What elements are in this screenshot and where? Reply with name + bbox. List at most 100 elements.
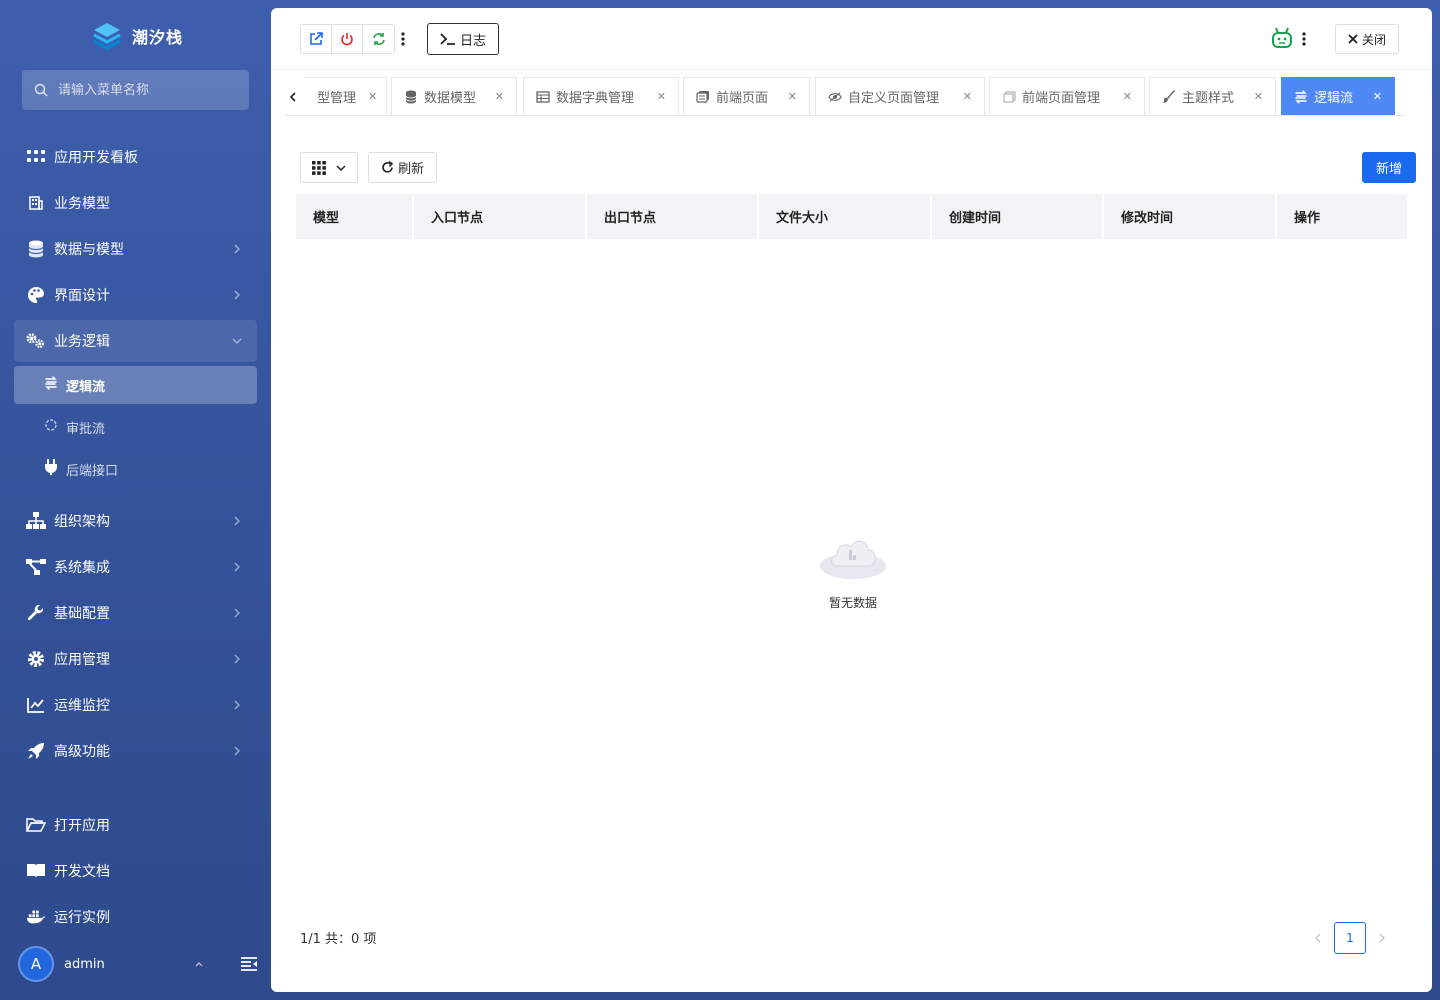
menu-item-ops-monitor[interactable]: 运维监控: [14, 684, 257, 726]
menu-label: 界面设计: [54, 288, 110, 304]
tab-close-icon[interactable]: ✕: [495, 90, 504, 103]
tab-theme-style[interactable]: 主题样式 ✕: [1149, 77, 1276, 116]
sub-item-backend-api[interactable]: 后端接口: [14, 450, 257, 488]
menu-item-advanced[interactable]: 高级功能: [14, 730, 257, 772]
chevron-right-icon: [234, 290, 240, 300]
tab-data-model[interactable]: 数据模型 ✕: [391, 77, 517, 116]
approval-icon: [44, 418, 58, 436]
log-button[interactable]: 日志: [427, 23, 499, 55]
brush-icon: [1162, 89, 1176, 104]
tab-close-icon[interactable]: ✕: [1123, 90, 1132, 103]
next-page-icon[interactable]: [1374, 930, 1390, 946]
menu-item-dashboard[interactable]: 应用开发看板: [14, 136, 257, 178]
sub-item-approval-flow[interactable]: 审批流: [14, 408, 257, 446]
tab-divider: [285, 115, 1405, 116]
menu-item-open-app[interactable]: 打开应用: [14, 804, 257, 846]
menu-label: 高级功能: [54, 744, 110, 760]
pagination: 1: [1310, 922, 1390, 954]
collapse-menu-icon[interactable]: [240, 956, 258, 972]
menu-item-base-config[interactable]: 基础配置: [14, 592, 257, 634]
tab-frontend-page-manage[interactable]: 前端页面管理 ✕: [989, 77, 1145, 116]
grid-view-icon: [312, 160, 326, 175]
menu-item-integration[interactable]: 系统集成: [14, 546, 257, 588]
column-header[interactable]: 修改时间: [1104, 194, 1277, 239]
tab-close-icon[interactable]: ✕: [1373, 90, 1382, 103]
building-icon: [26, 193, 46, 213]
menu-item-data-model[interactable]: 数据与模型: [14, 228, 257, 270]
user-profile[interactable]: A admin: [18, 946, 258, 982]
menu-label: 应用开发看板: [54, 150, 138, 166]
column-header[interactable]: 模型: [296, 194, 414, 239]
column-header[interactable]: 创建时间: [932, 194, 1104, 239]
menu-item-docs[interactable]: 开发文档: [14, 850, 257, 892]
tab-frontend-pages[interactable]: 前端页面 ✕: [683, 77, 810, 116]
gears-icon: [26, 331, 46, 351]
power-button[interactable]: [332, 25, 363, 53]
refresh-label: 刷新: [398, 162, 425, 177]
prev-page-icon[interactable]: [1310, 930, 1326, 946]
logo-icon: [93, 23, 121, 50]
gear-icon: [26, 649, 46, 669]
chevron-right-icon: [234, 608, 240, 618]
search-input[interactable]: [58, 82, 238, 98]
pages-icon: [696, 90, 710, 104]
chevron-left-icon: [289, 92, 296, 102]
tab-logic-flow[interactable]: 逻辑流 ✕: [1281, 77, 1395, 116]
username: admin: [64, 956, 105, 972]
menu-item-app-manage[interactable]: 应用管理: [14, 638, 257, 680]
database-icon: [26, 239, 46, 259]
menu-label: 业务模型: [54, 196, 110, 212]
tab-label: 数据字典管理: [556, 91, 635, 106]
org-chart-icon: [26, 511, 46, 531]
menu-label: 基础配置: [54, 606, 110, 622]
tab-close-icon[interactable]: ✕: [368, 90, 377, 103]
close-button[interactable]: 关闭: [1335, 24, 1399, 54]
action-button-group: [300, 24, 395, 54]
menu-item-business-logic[interactable]: 业务逻辑: [14, 320, 257, 362]
menu-item-instances[interactable]: 运行实例: [14, 896, 257, 938]
column-header[interactable]: 操作: [1277, 194, 1407, 239]
column-header[interactable]: 出口节点: [587, 194, 759, 239]
tab-close-icon[interactable]: ✕: [788, 90, 797, 103]
tab-label: 数据模型: [424, 91, 477, 106]
column-header[interactable]: 入口节点: [414, 194, 587, 239]
page-number[interactable]: 1: [1334, 922, 1366, 954]
more-options-button[interactable]: [1298, 28, 1310, 50]
empty-text: 暂无数据: [828, 596, 877, 610]
table-icon: [536, 90, 550, 104]
integration-icon: [26, 557, 46, 577]
tab-close-icon[interactable]: ✕: [1254, 90, 1263, 103]
menu-item-business-model[interactable]: 业务模型: [14, 182, 257, 224]
menu-search[interactable]: [22, 70, 249, 110]
app-logo[interactable]: 潮汐栈: [92, 20, 183, 52]
menu-item-ui-design[interactable]: 界面设计: [14, 274, 257, 316]
sidebar: 潮汐栈 应用开发看板 业务模型 数据与模型 界面设计: [0, 0, 271, 1000]
avatar[interactable]: A: [18, 946, 54, 982]
tab-data-dictionary[interactable]: 数据字典管理 ✕: [523, 77, 679, 116]
tab-close-icon[interactable]: ✕: [657, 90, 666, 103]
chevron-right-icon: [234, 746, 240, 756]
chevron-up-icon[interactable]: [194, 959, 204, 969]
chevron-down-icon: [232, 338, 242, 344]
tab-label: 型管理: [317, 91, 357, 106]
menu-item-org[interactable]: 组织架构: [14, 500, 257, 542]
menu-label: 打开应用: [54, 818, 110, 834]
refresh-button[interactable]: 刷新: [368, 152, 438, 183]
column-header[interactable]: 文件大小: [759, 194, 932, 239]
more-actions-button[interactable]: [397, 28, 409, 50]
open-external-button[interactable]: [301, 25, 332, 53]
book-icon: [26, 861, 46, 881]
external-link-icon: [310, 32, 323, 45]
view-mode-dropdown[interactable]: [300, 152, 358, 183]
tab-close-icon[interactable]: ✕: [963, 90, 972, 103]
tab-custom-pages[interactable]: 自定义页面管理 ✕: [815, 77, 985, 116]
sync-button[interactable]: [363, 25, 394, 53]
close-label: 关闭: [1361, 32, 1386, 47]
empty-state: 暂无数据: [803, 528, 903, 611]
add-button[interactable]: 新增: [1362, 152, 1416, 183]
more-vertical-icon: [401, 32, 405, 46]
robot-icon[interactable]: [1271, 27, 1293, 49]
sub-item-logic-flow[interactable]: 逻辑流: [14, 366, 257, 404]
tab-scroll-left-button[interactable]: [281, 86, 305, 108]
tab-model-manage[interactable]: 型管理 ✕: [305, 77, 387, 116]
